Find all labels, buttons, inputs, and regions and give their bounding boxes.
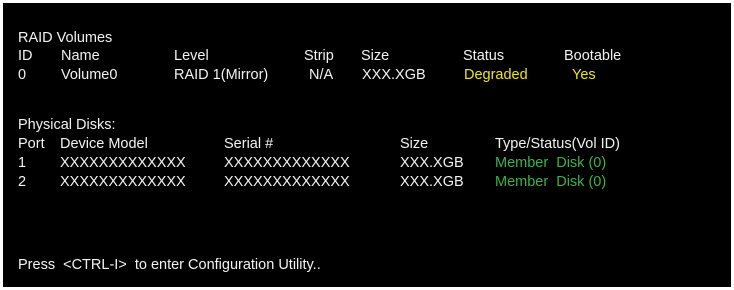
col-header-port: Port [18,136,45,152]
volume-strip: N/A [309,67,334,83]
disk-port: 2 [18,174,27,190]
disk-serial: XXXXXXXXXXXXX [224,155,350,171]
raid-volumes-title: RAID Volumes [18,30,113,46]
disk-model: XXXXXXXXXXXXX [60,174,186,190]
disk-type-status: Member Disk (0) [495,155,607,171]
col-header-name: Name [61,48,100,64]
col-header-id: ID [18,48,33,64]
disk-port: 1 [18,155,27,171]
col-header-device-model: Device Model [60,136,148,152]
disk-type-status: Member Disk (0) [495,174,607,190]
volume-status: Degraded [464,67,528,83]
volume-level: RAID 1(Mirror) [174,67,269,83]
disk-size: XXX.XGB [400,155,464,171]
col-header-strip: Strip [304,48,334,64]
col-header-bootable: Bootable [564,48,622,64]
disk-model: XXXXXXXXXXXXX [60,155,186,171]
col-header-level: Level [174,48,209,64]
volume-size: XXX.XGB [362,67,426,83]
volume-bootable: Yes [572,67,596,83]
col-header-status: Status [463,48,505,64]
col-header-type-status: Type/Status(Vol ID) [495,136,620,152]
disk-size: XXX.XGB [400,174,464,190]
volume-id: 0 [18,67,27,83]
configuration-utility-prompt: Press <CTRL-I> to enter Configuration Ut… [18,257,321,273]
col-header-size: Size [361,48,390,64]
physical-disks-title: Physical Disks: [18,117,116,133]
col-header-serial: Serial # [224,136,274,152]
col-header-disk-size: Size [400,136,429,152]
volume-name: Volume0 [61,67,118,83]
option-rom-screen: RAID Volumes ID Name Level Strip Size St… [3,3,731,287]
disk-serial: XXXXXXXXXXXXX [224,174,350,190]
